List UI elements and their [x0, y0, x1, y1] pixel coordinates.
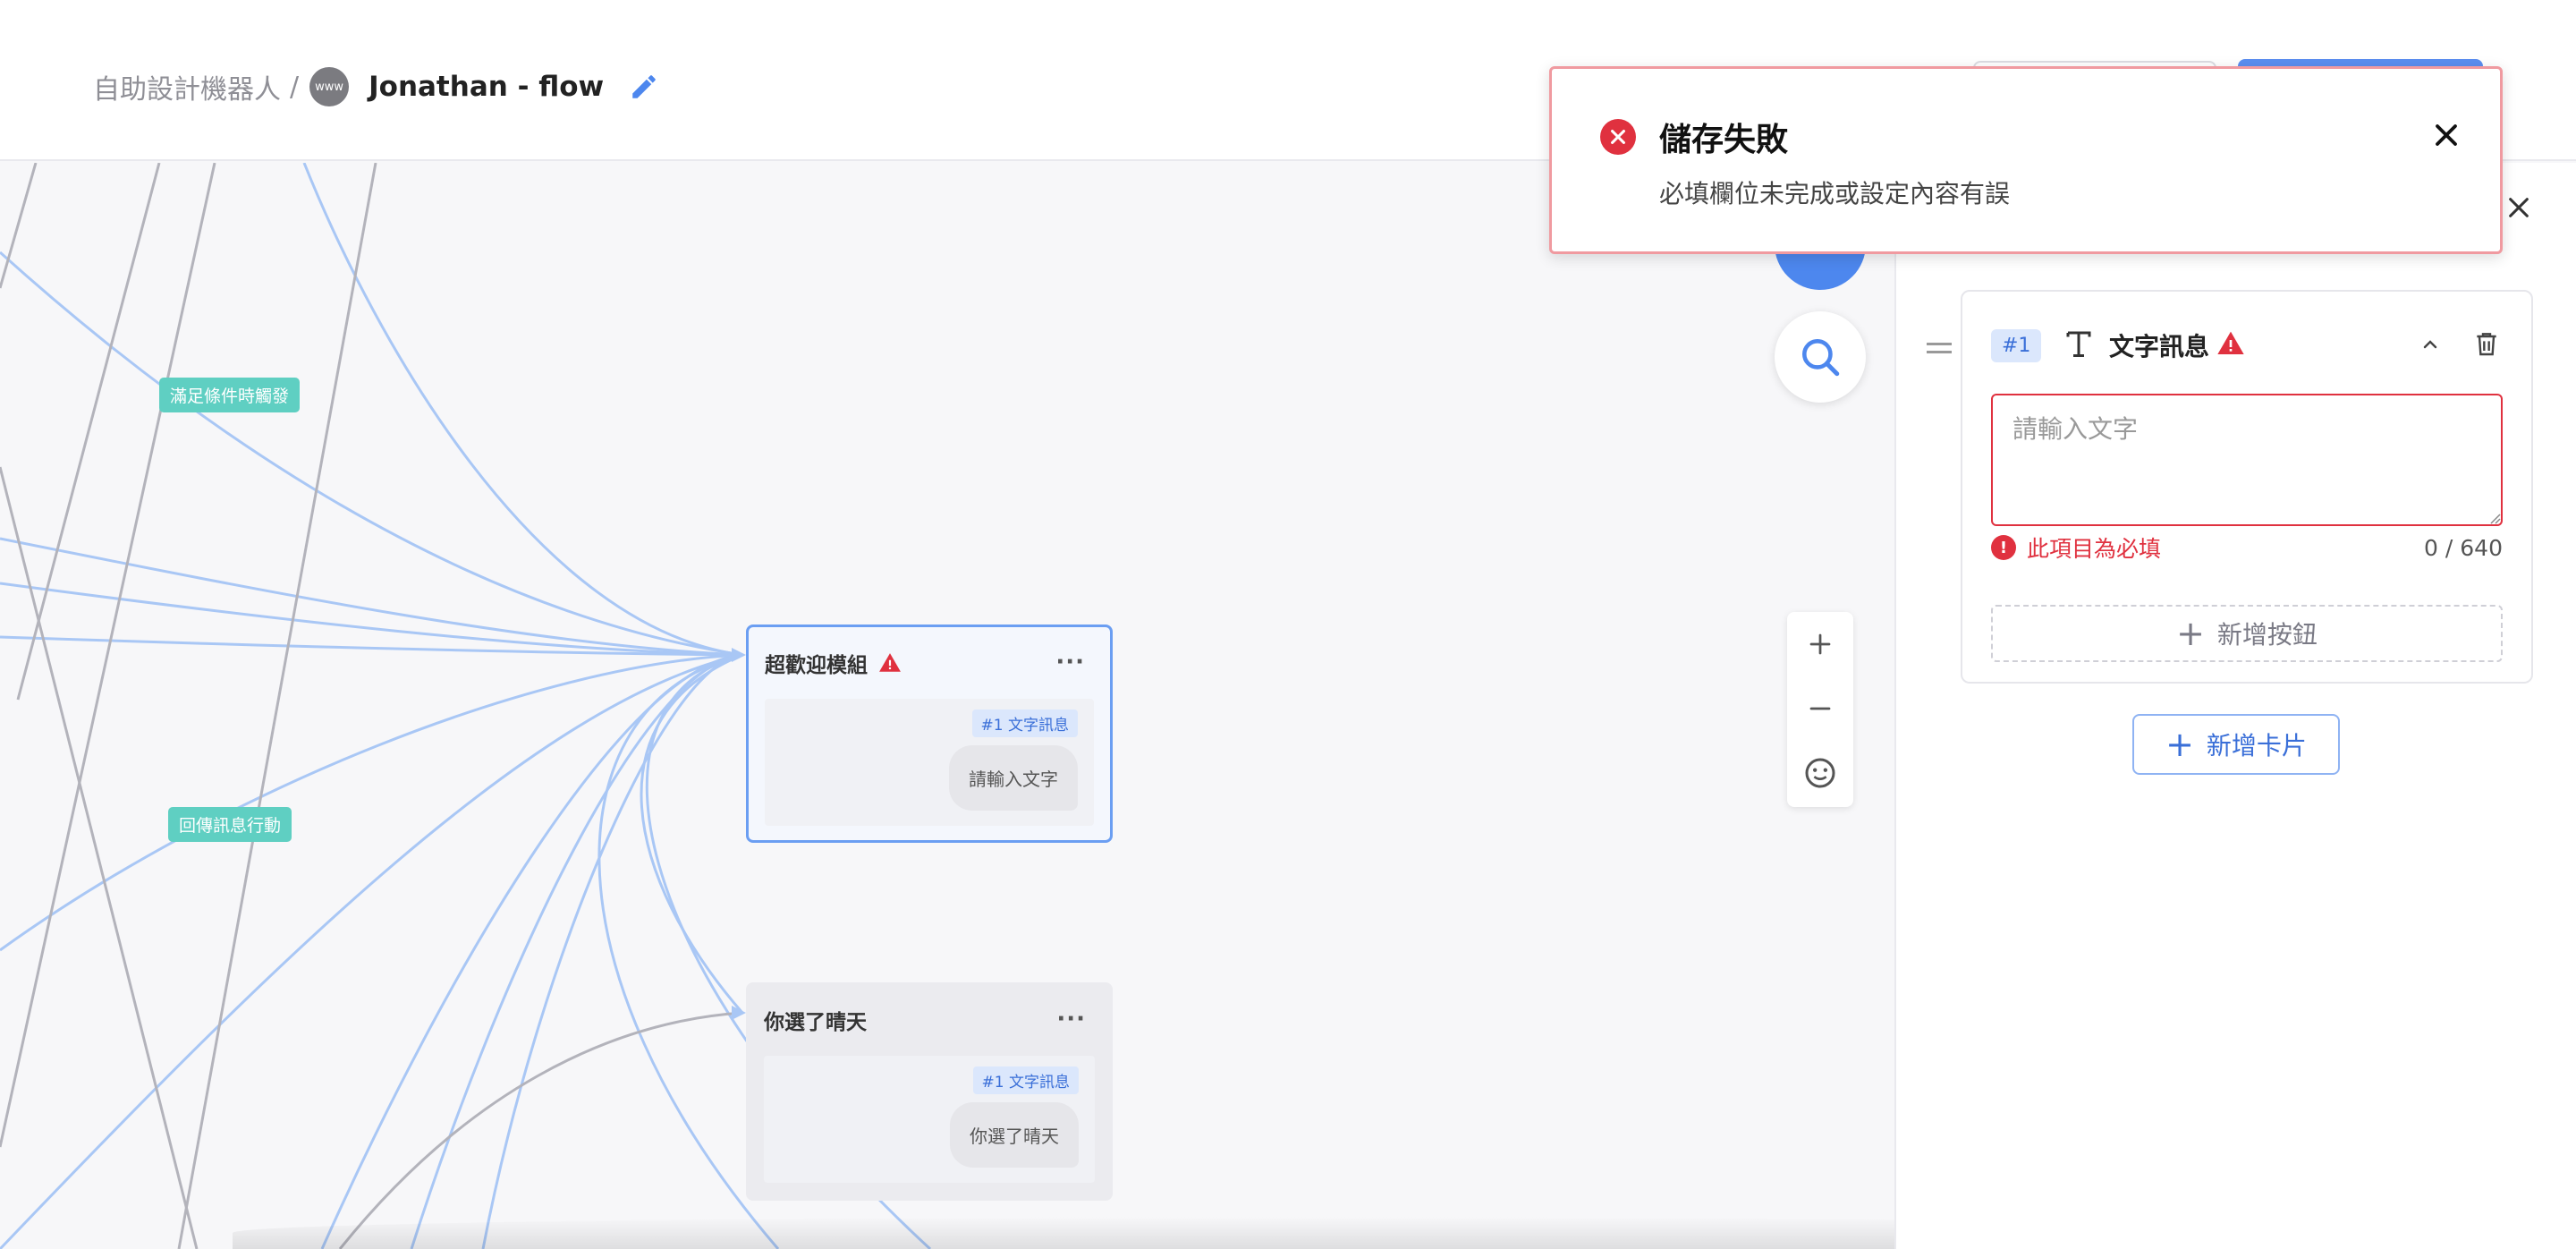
- required-error: ! 此項目為必填: [1991, 531, 2161, 564]
- close-icon: [2436, 124, 2457, 146]
- resize-grip-icon[interactable]: [2487, 510, 2501, 524]
- breadcrumb: 自助設計機器人 / www Jonathan - flow: [93, 64, 659, 109]
- fit-view-icon: [1805, 758, 1835, 788]
- trash-icon: [2477, 333, 2496, 356]
- message-text-input[interactable]: [1991, 394, 2503, 526]
- breadcrumb-parent-link[interactable]: 自助設計機器人: [93, 67, 281, 106]
- card-index-badge: #1: [1991, 329, 2042, 362]
- canvas-bottom-shadow: [233, 1217, 1894, 1249]
- www-icon: www: [309, 67, 350, 106]
- delete-card-button[interactable]: [2470, 327, 2503, 360]
- zoom-in-button[interactable]: [1787, 612, 1853, 676]
- zoom-controls: [1787, 612, 1853, 807]
- add-card-label: 新增卡片: [2206, 731, 2307, 760]
- error-info-icon: !: [1991, 535, 2016, 560]
- more-options-icon[interactable]: ···: [1056, 1006, 1086, 1032]
- message-card: #1 文字訊息 ! 此項目為必填 0 / 640 + 新增按鈕: [1961, 290, 2533, 684]
- node-title: 你選了晴天: [764, 1011, 867, 1034]
- error-circle-icon: [1600, 119, 1636, 155]
- search-icon: [1802, 339, 1840, 377]
- breadcrumb-separator: /: [290, 71, 300, 103]
- save-error-toast: 儲存失敗 必填欄位未完成或設定內容有誤: [1549, 66, 2503, 254]
- zoom-out-button[interactable]: [1787, 676, 1853, 741]
- chevron-up-icon: [2423, 340, 2437, 349]
- warning-icon: [879, 653, 901, 672]
- error-text: 此項目為必填: [2027, 536, 2162, 562]
- search-button[interactable]: [1775, 311, 1866, 403]
- toast-message: 必填欄位未完成或設定內容有誤: [1659, 179, 2011, 208]
- node-message-bubble: 請輸入文字: [949, 745, 1078, 811]
- flow-canvas[interactable]: 滿足條件時觸發 回傳訊息行動 超歡迎模組 ··· #1 文字訊息 請輸入文字 你…: [0, 163, 1894, 1249]
- add-button-label: 新增按鈕: [2216, 620, 2318, 650]
- card-type-label: 文字訊息: [2109, 332, 2210, 361]
- toast-close-button[interactable]: [2428, 117, 2464, 153]
- plus-icon: +: [2165, 725, 2194, 764]
- toast-title: 儲存失敗: [1659, 122, 1789, 158]
- flow-title: Jonathan - flow: [369, 71, 605, 103]
- add-button-button[interactable]: + 新增按鈕: [1991, 605, 2503, 662]
- node-body: #1 文字訊息 你選了晴天: [764, 1056, 1095, 1183]
- node-body: #1 文字訊息 請輸入文字: [765, 699, 1094, 826]
- fit-view-button[interactable]: [1787, 741, 1853, 805]
- node-title: 超歡迎模組: [765, 654, 868, 677]
- more-options-icon[interactable]: ···: [1055, 649, 1085, 675]
- close-icon: [2509, 198, 2529, 217]
- plus-icon: +: [2176, 614, 2205, 653]
- warning-icon: [2217, 331, 2244, 354]
- flow-node-welcome[interactable]: 超歡迎模組 ··· #1 文字訊息 請輸入文字: [746, 624, 1113, 843]
- minus-icon: [1809, 707, 1831, 710]
- pencil-icon[interactable]: [629, 72, 659, 102]
- text-type-icon: [2066, 331, 2091, 357]
- edge-label-reply-action[interactable]: 回傳訊息行動: [168, 807, 292, 842]
- plus-icon: [1809, 633, 1831, 655]
- add-card-button[interactable]: + 新增卡片: [2132, 714, 2340, 775]
- node-message-tag: #1 文字訊息: [972, 1066, 1079, 1094]
- node-message-bubble: 你選了晴天: [950, 1102, 1079, 1168]
- drag-handle-icon[interactable]: [1925, 338, 1953, 358]
- edge-label-condition[interactable]: 滿足條件時觸發: [159, 378, 301, 412]
- char-counter: 0 / 640: [2424, 535, 2503, 561]
- flow-node-sunny[interactable]: 你選了晴天 ··· #1 文字訊息 你選了晴天: [746, 982, 1113, 1201]
- collapse-button[interactable]: [2415, 329, 2445, 360]
- close-panel-button[interactable]: [2501, 190, 2537, 225]
- node-message-tag: #1 文字訊息: [971, 709, 1078, 737]
